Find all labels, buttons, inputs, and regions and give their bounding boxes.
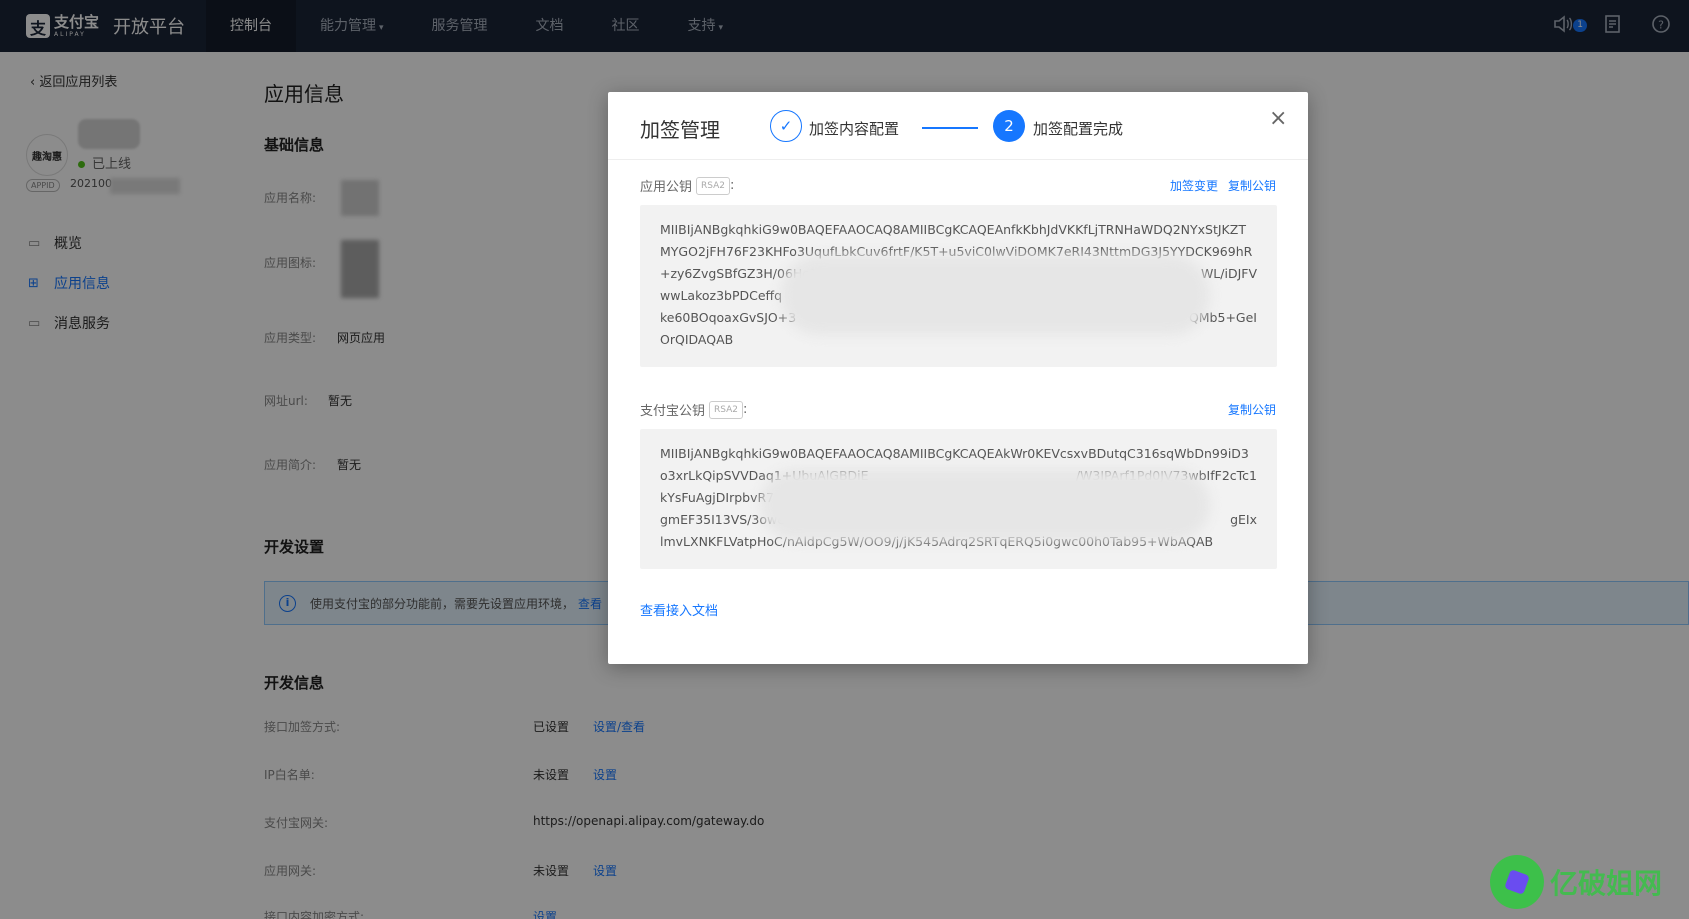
app-key-line-1: MIIBIjANBgkqhkiG9w0BAQEFAAOCAQ8AMIIBCgKC…: [660, 222, 1246, 237]
step-connector: [922, 127, 978, 129]
app-key-redacted: [780, 255, 1210, 335]
alipay-key-line-1: MIIBIjANBgkqhkiG9w0BAQEFAAOCAQ8AMIIBCgKC…: [660, 446, 1249, 461]
watermark-text: 亿破姐网: [1550, 867, 1663, 900]
alipay-key-actions: 复制公钥: [1228, 401, 1276, 418]
change-sign-button[interactable]: 加签变更: [1170, 177, 1218, 194]
modal-header: 加签管理 ✓ 加签内容配置 2 加签配置完成 ×: [608, 92, 1308, 160]
step2-label: 加签配置完成: [1033, 120, 1124, 138]
app-public-key-box: MIIBIjANBgkqhkiG9w0BAQEFAAOCAQ8AMIIBCgKC…: [640, 205, 1277, 367]
check-icon: ✓: [770, 110, 802, 142]
close-icon[interactable]: ×: [1269, 108, 1287, 130]
watermark-logo-icon: [1490, 855, 1544, 909]
app-public-key-label: 应用公钥 RSA2 :: [640, 176, 735, 195]
alipay-public-key-label: 支付宝公钥 RSA2 :: [640, 400, 748, 419]
rsa2-tag: RSA2: [709, 400, 744, 419]
step1-label: 加签内容配置: [809, 120, 900, 138]
watermark: 亿破姐网: [1490, 855, 1662, 909]
rsa2-tag: RSA2: [696, 176, 731, 195]
copy-app-key-button[interactable]: 复制公钥: [1228, 177, 1276, 194]
modal-title: 加签管理: [640, 118, 720, 142]
view-integration-docs-link[interactable]: 查看接入文档: [640, 600, 718, 619]
alipay-public-key-box: MIIBIjANBgkqhkiG9w0BAQEFAAOCAQ8AMIIBCgKC…: [640, 429, 1277, 569]
app-key-actions: 加签变更 复制公钥: [1170, 177, 1276, 194]
step2-number: 2: [993, 110, 1025, 142]
copy-alipay-key-button[interactable]: 复制公钥: [1228, 401, 1276, 418]
sign-management-modal: 加签管理 ✓ 加签内容配置 2 加签配置完成 × 应用公钥 RSA2 : 加签变…: [608, 92, 1308, 664]
alipay-key-redacted: [760, 469, 1210, 541]
